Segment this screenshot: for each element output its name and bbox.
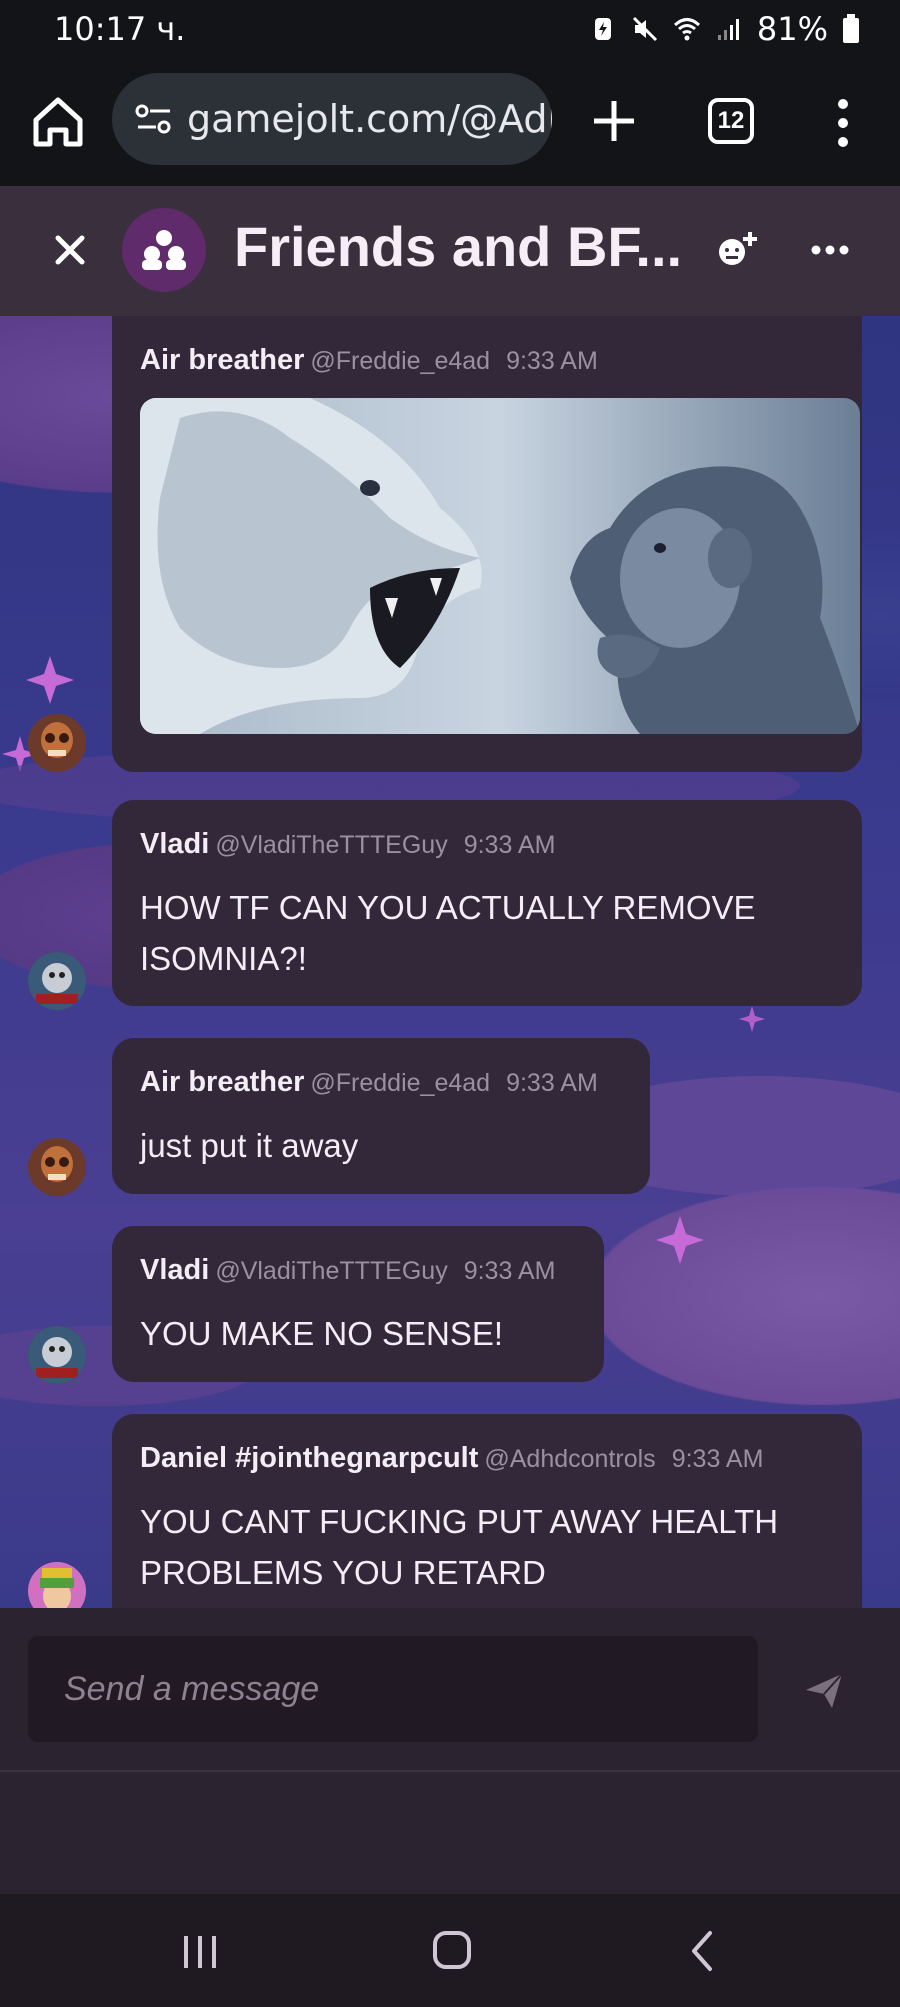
sender-name[interactable]: Vladi xyxy=(140,828,209,860)
skull-avatar-icon xyxy=(28,714,86,772)
skull-avatar-icon xyxy=(28,1138,86,1196)
message-header: Air breather @Freddie_e4ad 9:33 AM xyxy=(140,1066,598,1099)
message-header: Air breather @Freddie_e4ad 9:33 AM xyxy=(140,344,598,377)
system-home-icon[interactable] xyxy=(432,1930,472,1970)
message-bubble: Air breather @Freddie_e4ad 9:33 AM just pu… xyxy=(112,1038,650,1194)
group-icon xyxy=(142,230,186,270)
sender-handle[interactable]: @VladiTheTTTEGuy xyxy=(215,1257,447,1285)
page-footer-space xyxy=(0,1772,900,1894)
message-time: 9:33 AM xyxy=(463,831,556,859)
battery-icon xyxy=(843,14,859,43)
mute-icon xyxy=(632,16,657,42)
message-image[interactable] xyxy=(140,398,860,734)
message-bubble: Air breather @Freddie_e4ad 9:33 AM xyxy=(112,316,862,772)
message-bubble: Vladi @VladiTheTTTEGuy 9:33 AM YOU MAKE NO… xyxy=(112,1226,604,1382)
sender-handle[interactable]: @Freddie_e4ad xyxy=(310,347,490,375)
add-member-icon[interactable] xyxy=(714,230,758,270)
message-text: just put it away xyxy=(140,1127,359,1164)
message-header: Vladi @VladiTheTTTEGuy 9:33 AM xyxy=(140,828,555,861)
new-tab-icon[interactable] xyxy=(590,97,638,145)
more-options-icon[interactable] xyxy=(810,240,850,260)
battery-percent: 81% xyxy=(756,10,828,48)
sender-handle[interactable]: @Freddie_e4ad xyxy=(310,1069,490,1097)
message-composer xyxy=(0,1608,900,1772)
send-icon[interactable] xyxy=(804,1670,844,1710)
message-text: YOU CANT FUCKING PUT AWAY HEALTH PROBLEM… xyxy=(140,1503,779,1591)
browser-toolbar: gamejolt.com/@Adhd 12 xyxy=(0,60,900,186)
system-nav-bar xyxy=(0,1894,900,2007)
message-input[interactable] xyxy=(28,1636,758,1742)
avatar-air-breather[interactable] xyxy=(28,714,86,772)
message-header: Vladi @VladiTheTTTEGuy 9:33 AM xyxy=(140,1254,555,1287)
status-bar: 10:17 ч. 81% xyxy=(0,0,900,60)
battery-saver-icon xyxy=(594,18,611,40)
message-text: HOW TF CAN YOU ACTUALLY REMOVE ISOMNIA?! xyxy=(140,889,756,977)
message-time: 9:33 AM xyxy=(506,347,598,375)
message-bubble: Daniel #jointhegnarpcult @Adhdcontrols 9:3… xyxy=(112,1414,862,1608)
tab-switcher-button[interactable]: 12 xyxy=(708,98,754,144)
message-header: Daniel #jointhegnarpcult @Adhdcontrols 9:3… xyxy=(140,1442,763,1475)
chat-title: Friends and BF... xyxy=(234,215,683,278)
avatar-vladi[interactable] xyxy=(28,1326,86,1384)
sender-name[interactable]: Air breather xyxy=(140,344,304,376)
sender-name[interactable]: Air breather xyxy=(140,1066,304,1098)
back-icon[interactable] xyxy=(690,1930,714,1972)
lioness-and-chimp-image xyxy=(140,398,860,734)
train-avatar-icon xyxy=(28,952,86,1010)
address-bar[interactable]: gamejolt.com/@Adhd xyxy=(112,73,552,165)
sender-name[interactable]: Daniel #jointhegnarpcult xyxy=(140,1442,478,1474)
url-text: gamejolt.com/@Adhd xyxy=(187,97,552,141)
message-time: 9:33 AM xyxy=(506,1069,598,1097)
sender-handle[interactable]: @Adhdcontrols xyxy=(484,1445,655,1473)
group-avatar xyxy=(122,208,206,292)
message-bubble: Vladi @VladiTheTTTEGuy 9:33 AM HOW TF CAN … xyxy=(112,800,862,1006)
message-time: 9:33 AM xyxy=(671,1445,764,1473)
status-icons: 81% xyxy=(589,10,860,48)
message-text: YOU MAKE NO SENSE! xyxy=(140,1315,504,1352)
chat-header: Friends and BF... xyxy=(0,186,900,316)
avatar-vladi[interactable] xyxy=(28,952,86,1010)
message-time: 9:33 AM xyxy=(463,1257,556,1285)
close-icon[interactable] xyxy=(52,232,88,268)
recent-apps-icon[interactable] xyxy=(180,1934,220,1970)
home-icon[interactable] xyxy=(30,94,86,150)
sender-handle[interactable]: @VladiTheTTTEGuy xyxy=(215,831,447,859)
status-time: 10:17 ч. xyxy=(54,10,186,48)
site-settings-icon[interactable] xyxy=(134,103,174,135)
sender-name[interactable]: Vladi xyxy=(140,1254,209,1286)
avatar-air-breather[interactable] xyxy=(28,1138,86,1196)
signal-icon xyxy=(717,19,739,40)
browser-menu-icon[interactable] xyxy=(828,96,858,150)
wifi-icon xyxy=(673,18,700,41)
message-list[interactable]: Air breather @Freddie_e4ad 9:33 AM Vladi… xyxy=(0,316,900,1608)
train-avatar-icon xyxy=(28,1326,86,1384)
